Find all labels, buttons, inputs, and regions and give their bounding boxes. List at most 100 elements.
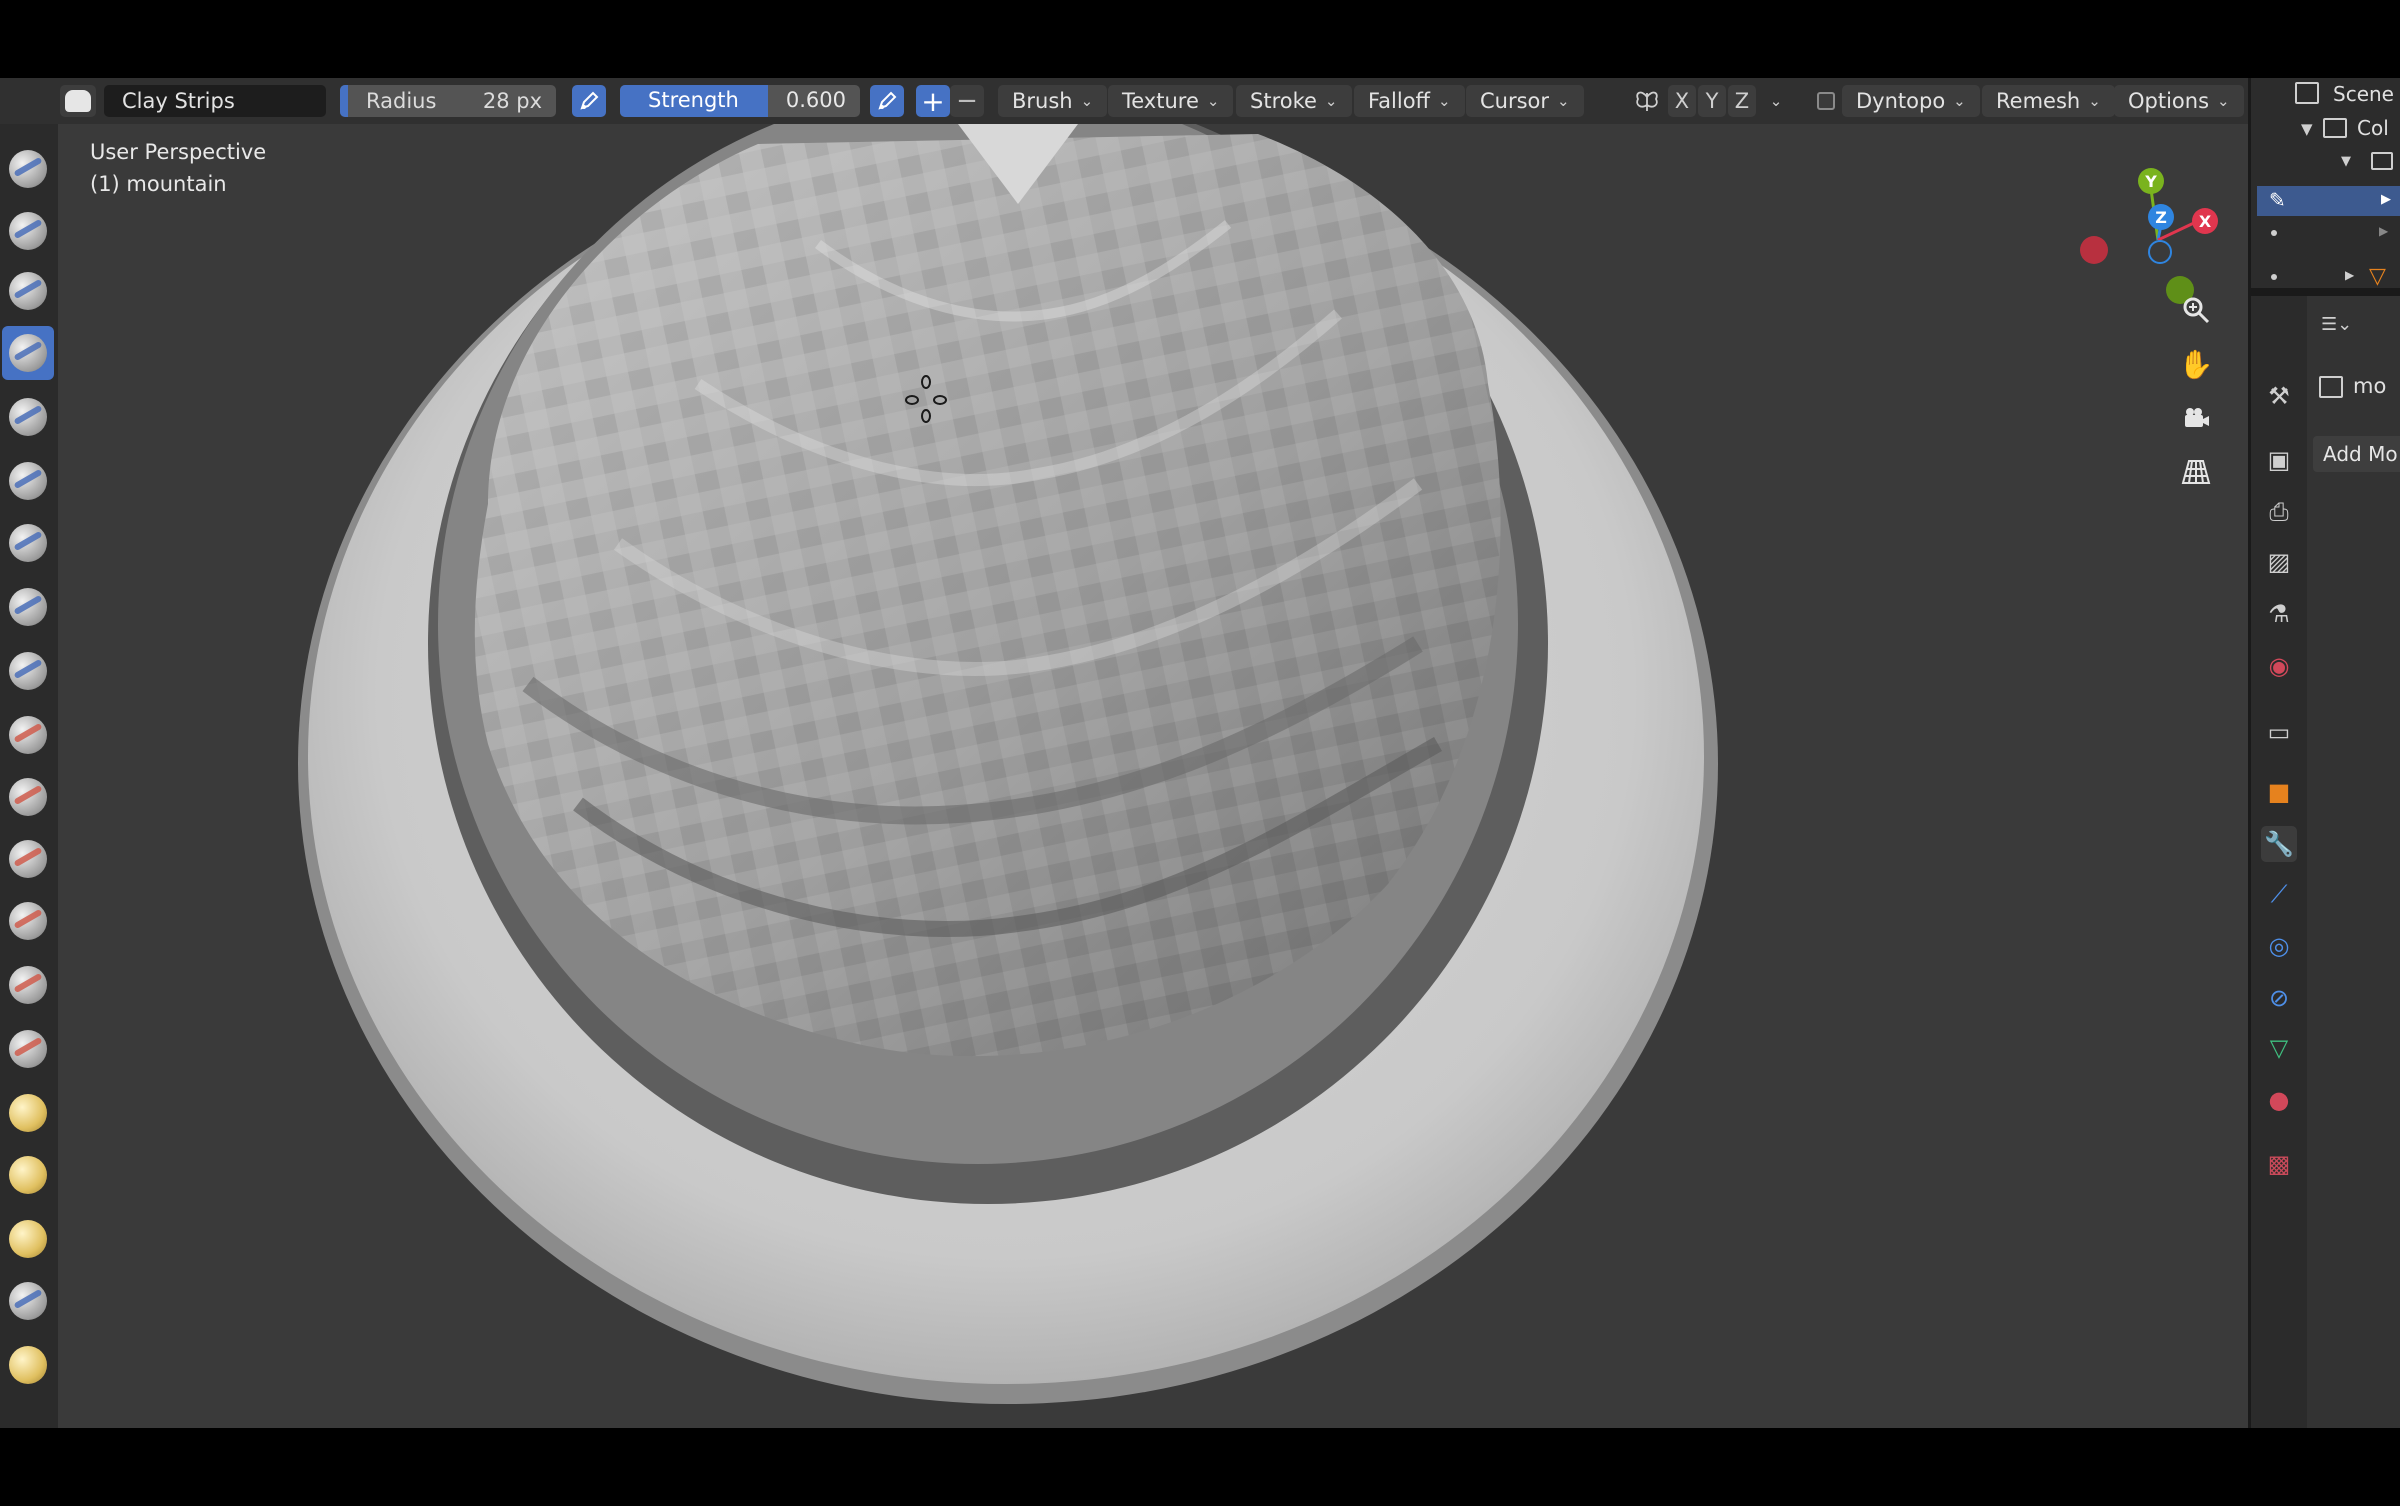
falloff-menu[interactable]: Falloff ⌄ <box>1354 85 1465 117</box>
stroke-menu-label: Stroke <box>1250 89 1317 113</box>
data-tab[interactable]: ▽ <box>2261 1030 2297 1066</box>
strength-field[interactable]: Strength 0.600 <box>620 85 860 117</box>
inflate-brush-tool[interactable] <box>2 516 54 570</box>
sculpt-mode-icon[interactable] <box>60 85 96 117</box>
multiplane-scrape-brush-tool[interactable] <box>2 958 54 1012</box>
add-direction-button[interactable]: + <box>916 84 950 118</box>
blob-brush-tool[interactable] <box>2 580 54 634</box>
dyntopo-menu[interactable]: Dyntopo ⌄ <box>1842 85 1980 117</box>
hand-icon: ✋ <box>2178 347 2214 381</box>
pan-button[interactable]: ✋ <box>2176 344 2216 384</box>
gizmo-neg-x-axis[interactable] <box>2080 236 2108 264</box>
radius-label: Radius <box>366 89 437 113</box>
tool-tab[interactable]: ⚒ <box>2261 378 2297 414</box>
zoom-button[interactable] <box>2176 290 2216 330</box>
expand-arrow-icon[interactable]: ▶ <box>2345 268 2354 282</box>
texture-menu[interactable]: Texture ⌄ <box>1108 85 1234 117</box>
butterfly-symmetry-icon <box>1636 91 1658 111</box>
material-tab[interactable]: ● <box>2261 1082 2297 1118</box>
scene-tab[interactable]: ⚗ <box>2261 596 2297 632</box>
wrench-icon: 🔧 <box>2264 830 2294 858</box>
expand-arrow-icon[interactable]: ▼ <box>2301 120 2313 138</box>
render-tab[interactable]: ▣ <box>2261 442 2297 478</box>
box-icon: ▭ <box>2267 718 2291 746</box>
gizmo-z-label: Z <box>2155 207 2167 227</box>
perspective-toggle-button[interactable] <box>2176 452 2216 492</box>
smooth-brush-icon <box>9 716 47 754</box>
collection-label: Col <box>2357 116 2389 140</box>
dyntopo-checkbox[interactable] <box>1812 85 1840 117</box>
radius-pressure-button[interactable] <box>572 85 606 117</box>
subtract-direction-button[interactable]: − <box>950 85 984 117</box>
options-menu[interactable]: Options ⌄ <box>2114 85 2244 117</box>
constraints-tab[interactable]: ⊘ <box>2261 980 2297 1016</box>
multiplane-scrape-brush-icon <box>9 966 47 1004</box>
grab-brush-tool[interactable] <box>2 1086 54 1140</box>
texture-tab[interactable]: ▩ <box>2261 1146 2297 1182</box>
object-name-field[interactable]: mo <box>2353 374 2386 398</box>
gizmo-x-axis[interactable]: X <box>2192 208 2218 234</box>
gizmo-neg-z-axis[interactable] <box>2148 240 2172 264</box>
collection-tab[interactable]: ▭ <box>2261 714 2297 750</box>
editor-type-icon[interactable]: ☰⌄ <box>2321 314 2352 335</box>
snake-hook-brush-tool[interactable] <box>2 1212 54 1266</box>
thumb-brush-tool[interactable] <box>2 1274 54 1328</box>
brush-selector[interactable]: Clay Strips <box>104 85 326 117</box>
camera-icon <box>2185 408 2209 427</box>
pose-brush-tool[interactable] <box>2 1338 54 1392</box>
modifiers-tab[interactable]: 🔧 <box>2261 826 2297 862</box>
axis-x-label: X <box>1674 89 1690 113</box>
layer-brush-tool[interactable] <box>2 454 54 508</box>
layer-brush-icon <box>9 462 47 500</box>
clay-strips-brush-tool[interactable] <box>2 326 54 380</box>
texture-menu-label: Texture <box>1122 89 1199 113</box>
symmetry-dropdown[interactable]: ⌄ <box>1764 85 1788 117</box>
crease-brush-icon <box>9 652 47 690</box>
cursor-menu[interactable]: Cursor ⌄ <box>1466 85 1584 117</box>
collection-icon <box>2323 118 2347 138</box>
smooth-brush-tool[interactable] <box>2 708 54 762</box>
object-tab[interactable]: ■ <box>2261 774 2297 810</box>
symmetry-button[interactable] <box>1630 85 1664 117</box>
scrape-brush-icon <box>9 902 47 940</box>
navigation-gizmo[interactable]: Y Z X <box>2068 144 2218 304</box>
clay-thumb-brush-tool[interactable] <box>2 390 54 444</box>
elastic-deform-brush-tool[interactable] <box>2 1148 54 1202</box>
brush-edit-icon: ✎ <box>2269 188 2286 212</box>
strength-value: 0.600 <box>785 88 846 112</box>
sculpt-toolbar <box>0 124 58 1428</box>
outliner-selected-row[interactable]: ✎ ▶ <box>2257 186 2400 216</box>
expand-arrow-icon[interactable]: ▶ <box>2379 224 2388 238</box>
scrape-brush-tool[interactable] <box>2 894 54 948</box>
mirror-z-toggle[interactable]: Z <box>1728 85 1756 117</box>
fill-brush-tool[interactable] <box>2 832 54 886</box>
physics-tab[interactable]: ◎ <box>2261 928 2297 964</box>
mirror-y-toggle[interactable]: Y <box>1698 85 1726 117</box>
stroke-menu[interactable]: Stroke ⌄ <box>1236 85 1352 117</box>
particles-icon: ⟋ <box>2270 880 2288 908</box>
brush-menu[interactable]: Brush ⌄ <box>998 85 1108 117</box>
chevron-down-icon: ⌄ <box>1438 92 1451 110</box>
expand-arrow-icon[interactable]: ▼ <box>2341 154 2351 169</box>
clay-brush-tool[interactable] <box>2 264 54 318</box>
draw-brush-tool[interactable] <box>2 142 54 196</box>
strength-pressure-button[interactable] <box>870 85 904 117</box>
flatten-brush-tool[interactable] <box>2 770 54 824</box>
mirror-x-toggle[interactable]: X <box>1668 85 1696 117</box>
particles-tab[interactable]: ⟋ <box>2261 876 2297 912</box>
add-modifier-button[interactable]: Add Mo <box>2313 436 2400 472</box>
remesh-menu[interactable]: Remesh ⌄ <box>1982 85 2115 117</box>
scene-collection-label: Scene C <box>2333 82 2400 106</box>
radius-field[interactable]: Radius 28 px <box>340 85 556 117</box>
view-layer-tab[interactable]: ▨ <box>2261 544 2297 580</box>
gizmo-z-axis[interactable]: Z <box>2148 204 2174 230</box>
camera-view-button[interactable] <box>2176 398 2216 438</box>
pinch-brush-tool[interactable] <box>2 1022 54 1076</box>
plus-icon: + <box>921 84 945 118</box>
draw-sharp-brush-tool[interactable] <box>2 204 54 258</box>
output-tab[interactable]: ⎙ <box>2261 494 2297 530</box>
3d-viewport[interactable]: User Perspective (1) mountain Y Z X ✋ <box>58 124 2248 1428</box>
gizmo-y-axis[interactable]: Y <box>2138 168 2164 194</box>
world-tab[interactable]: ◉ <box>2261 648 2297 684</box>
crease-brush-tool[interactable] <box>2 644 54 698</box>
